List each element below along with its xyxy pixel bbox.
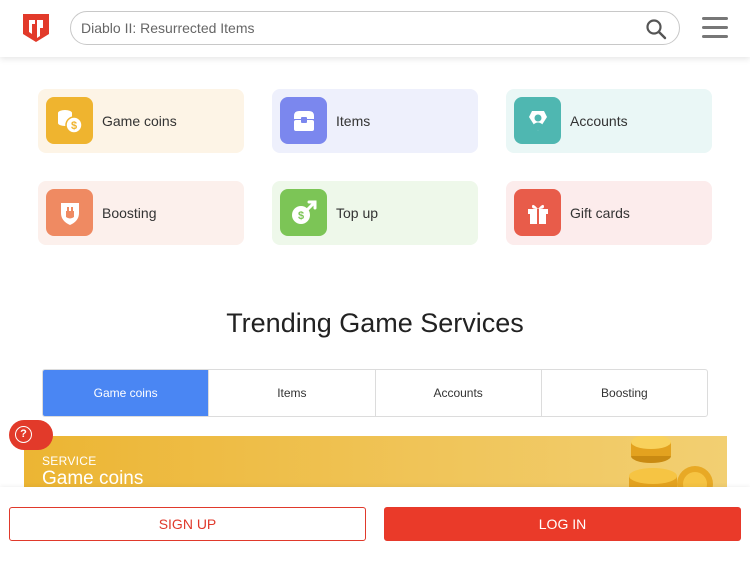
- help-button[interactable]: ?: [9, 420, 53, 450]
- search-icon[interactable]: [645, 18, 667, 40]
- account-icon: [514, 97, 561, 144]
- boosting-icon: [46, 189, 93, 236]
- svg-text:$: $: [70, 120, 76, 132]
- category-label: Gift cards: [570, 205, 630, 221]
- banner-kicker: SERVICE: [42, 454, 97, 468]
- page: $ Game coins Items Accounts: [0, 0, 750, 563]
- question-icon: ?: [15, 426, 32, 443]
- tab-accounts[interactable]: Accounts: [376, 370, 542, 416]
- auth-bar: SIGN UP LOG IN: [0, 487, 750, 563]
- topup-icon: $: [280, 189, 327, 236]
- category-boosting[interactable]: Boosting: [38, 181, 244, 245]
- header: [0, 0, 750, 57]
- category-label: Items: [336, 113, 371, 129]
- search-bar[interactable]: [70, 11, 680, 45]
- category-game-coins[interactable]: $ Game coins: [38, 89, 244, 153]
- category-label: Game coins: [102, 113, 177, 129]
- sign-up-button[interactable]: SIGN UP: [9, 507, 366, 541]
- category-items[interactable]: Items: [272, 89, 478, 153]
- search-input[interactable]: [81, 12, 641, 44]
- service-tabs: Game coins Items Accounts Boosting: [42, 369, 708, 417]
- tab-items[interactable]: Items: [209, 370, 376, 416]
- tab-game-coins[interactable]: Game coins: [43, 370, 210, 416]
- category-label: Boosting: [102, 205, 157, 221]
- logo-icon[interactable]: [20, 12, 52, 44]
- category-label: Top up: [336, 205, 379, 221]
- chest-icon: [280, 97, 327, 144]
- gift-icon: [514, 189, 561, 236]
- category-gift-cards[interactable]: Gift cards: [506, 181, 712, 245]
- section-title: Trending Game Services: [226, 308, 524, 338]
- category-accounts[interactable]: Accounts: [506, 89, 712, 153]
- category-label: Accounts: [570, 113, 628, 129]
- svg-text:$: $: [297, 210, 303, 222]
- tab-boosting[interactable]: Boosting: [542, 370, 707, 416]
- log-in-button[interactable]: LOG IN: [384, 507, 741, 541]
- hamburger-menu-icon[interactable]: [702, 17, 728, 39]
- category-top-up[interactable]: $ Top up: [272, 181, 478, 245]
- coins-icon: $: [46, 97, 93, 144]
